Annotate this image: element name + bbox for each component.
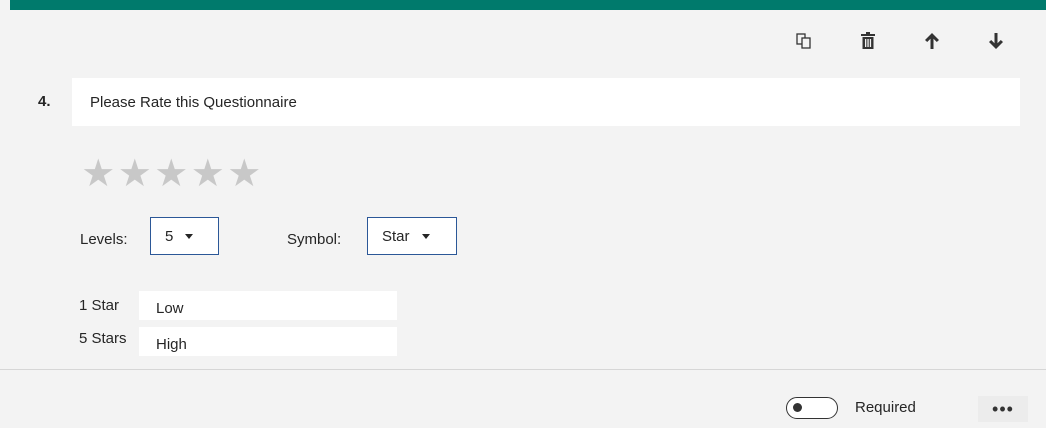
star-icon[interactable]: ★ <box>190 154 227 194</box>
copy-button[interactable] <box>772 26 836 56</box>
low-level-input[interactable] <box>139 291 397 320</box>
accent-bar <box>10 0 1046 10</box>
levels-value: 5 <box>165 227 174 245</box>
arrow-up-icon <box>924 32 940 50</box>
move-up-button[interactable] <box>900 26 964 56</box>
star-icon[interactable]: ★ <box>80 154 117 194</box>
high-level-label: 5 Stars <box>79 330 127 347</box>
trash-icon <box>860 32 876 50</box>
required-toggle[interactable] <box>786 397 838 419</box>
levels-label: Levels: <box>80 231 128 248</box>
star-icon[interactable]: ★ <box>153 154 190 194</box>
high-level-input[interactable] <box>139 327 397 356</box>
levels-dropdown[interactable]: 5 <box>150 217 219 255</box>
arrow-down-icon <box>988 32 1004 50</box>
toggle-knob <box>793 403 802 412</box>
question-toolbar <box>772 26 1028 56</box>
caret-down-icon <box>421 233 430 239</box>
more-options-button[interactable]: ••• <box>978 396 1028 422</box>
symbol-value: Star <box>382 227 410 245</box>
symbol-dropdown[interactable]: Star <box>367 217 457 255</box>
footer-divider <box>0 369 1046 370</box>
caret-down-icon <box>185 233 194 239</box>
star-icon[interactable]: ★ <box>117 154 154 194</box>
low-level-label: 1 Star <box>79 297 120 314</box>
required-label: Required <box>855 399 916 416</box>
symbol-label: Symbol: <box>287 231 342 248</box>
question-title-input[interactable] <box>72 78 1020 126</box>
question-number: 4. <box>38 93 51 110</box>
more-icon: ••• <box>992 398 1014 419</box>
rating-stars: ★ ★ ★ ★ ★ <box>80 154 263 194</box>
delete-button[interactable] <box>836 26 900 56</box>
question-card: 4. ★ ★ ★ ★ ★ Levels: 5 Symbol: Star 1 St… <box>0 0 1046 428</box>
copy-icon <box>795 32 813 50</box>
move-down-button[interactable] <box>964 26 1028 56</box>
star-icon[interactable]: ★ <box>226 154 263 194</box>
